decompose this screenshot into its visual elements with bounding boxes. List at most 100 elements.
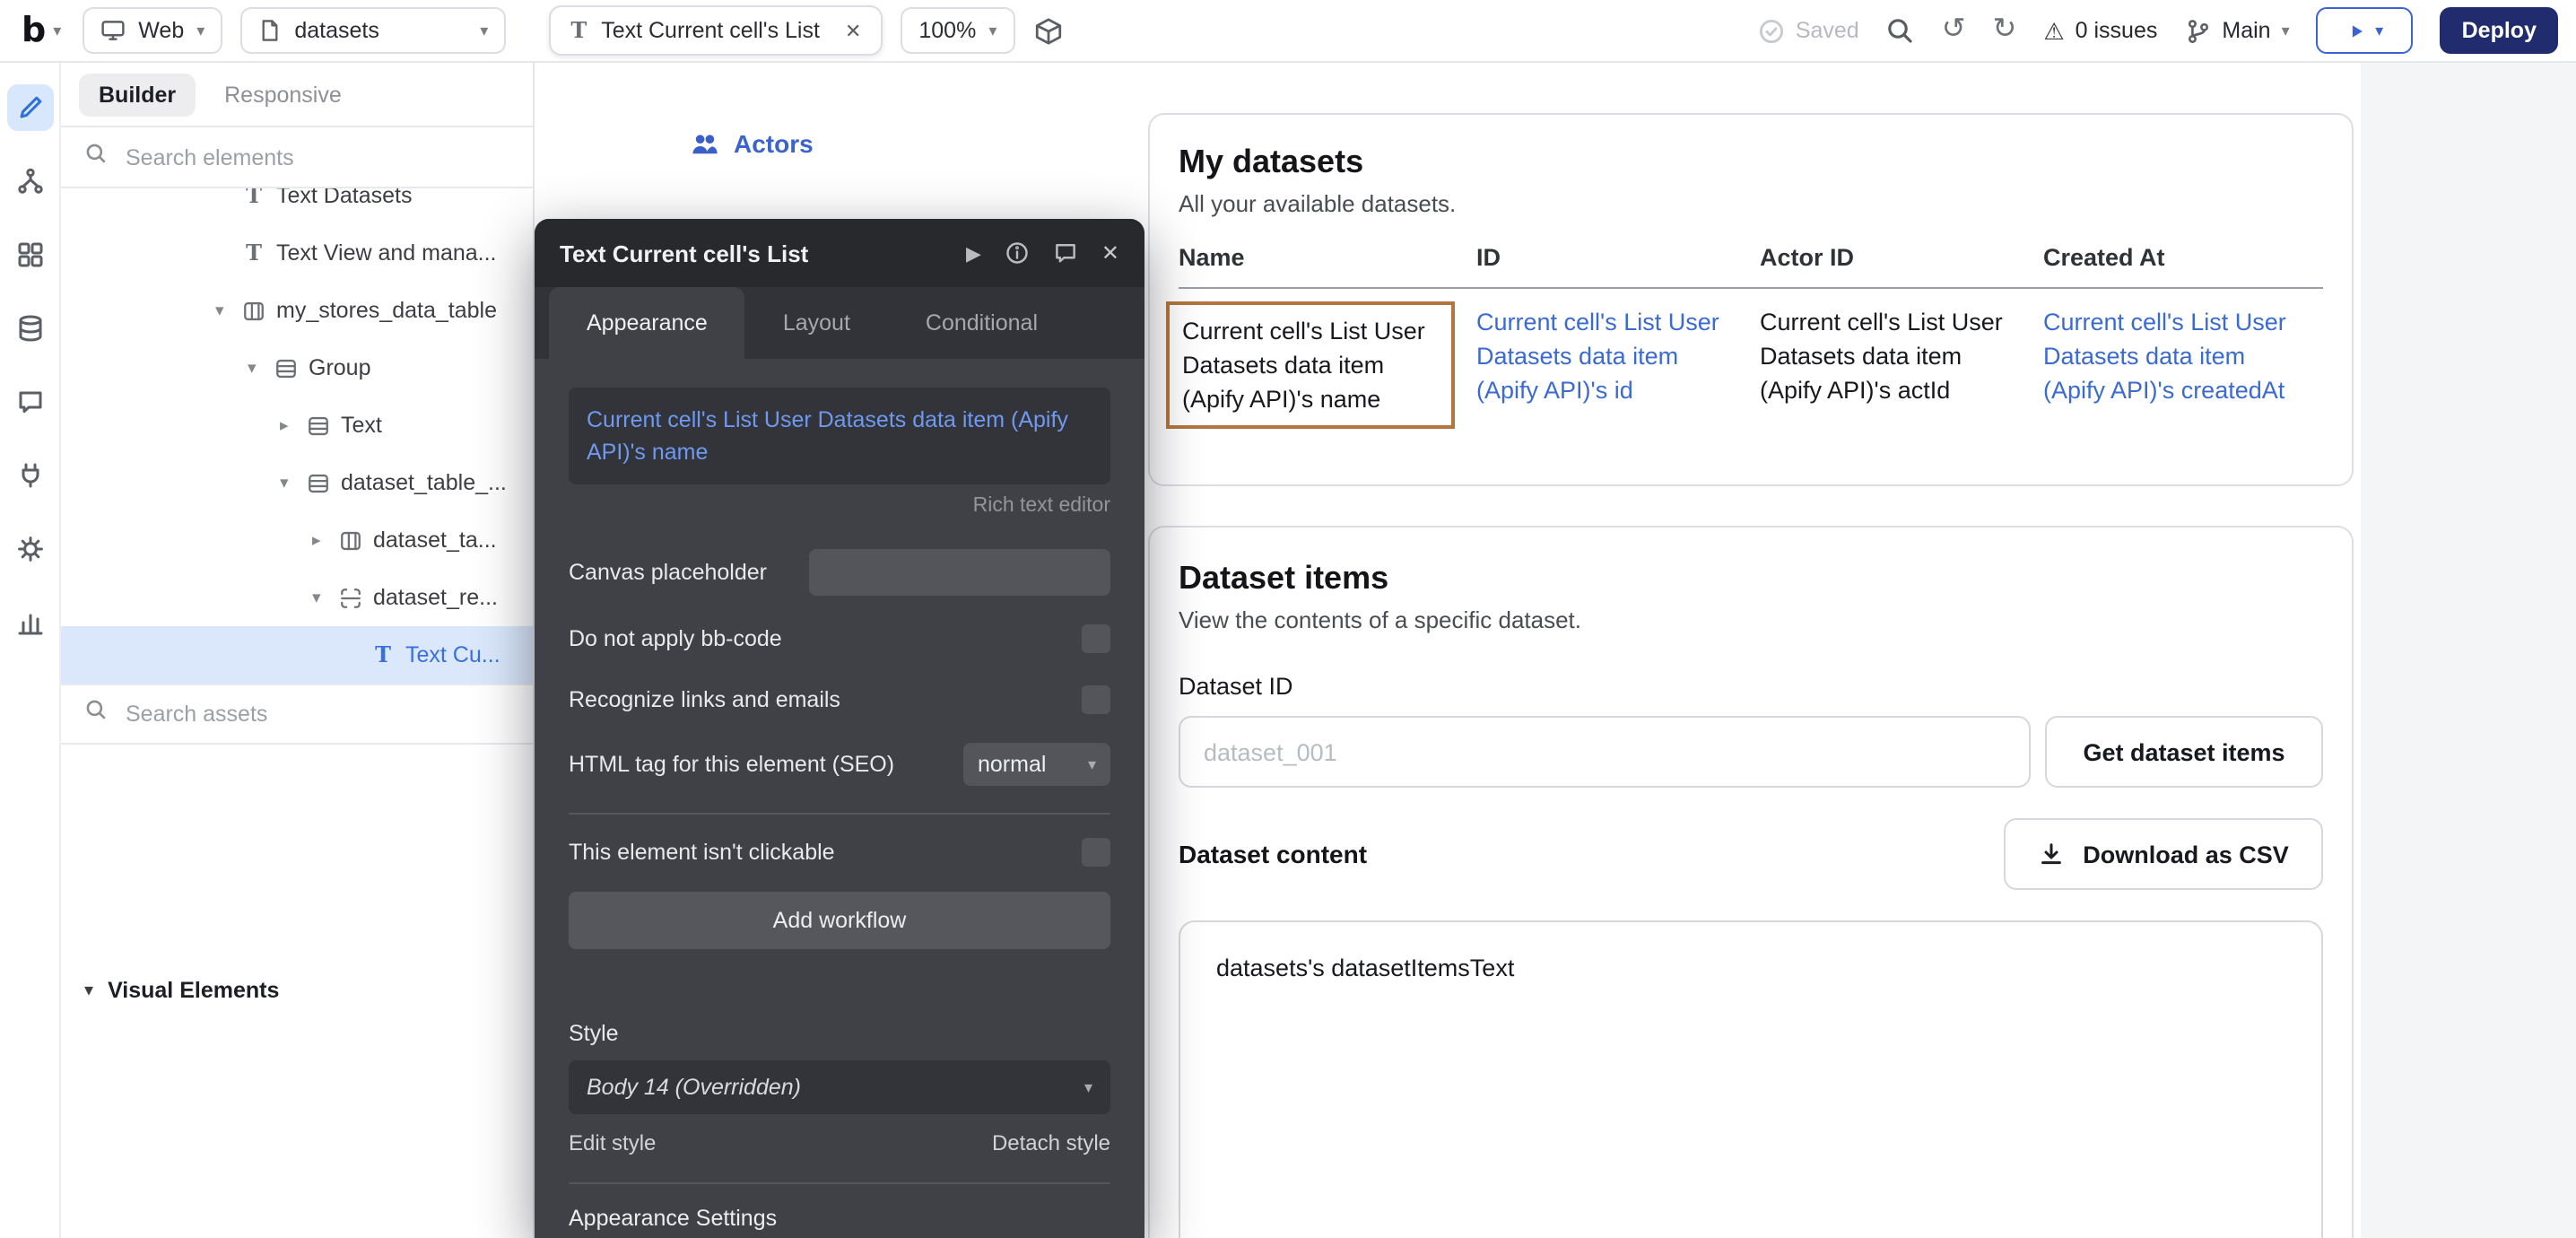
layout-grid-icon[interactable]: [6, 231, 53, 278]
dataset-id-input[interactable]: [1179, 716, 2031, 788]
download-csv-button[interactable]: Download as CSV: [2004, 818, 2323, 890]
dataset-content-box[interactable]: datasets's datasetItemsText: [1179, 920, 2323, 1238]
platform-selector[interactable]: Web ▾: [83, 7, 222, 54]
play-icon: [2346, 21, 2366, 40]
tree-item[interactable]: ▾ dataset_table_...: [61, 454, 533, 511]
tree-item[interactable]: ▾ dataset_re...: [61, 569, 533, 626]
close-icon[interactable]: ✕: [845, 19, 861, 42]
tree-item[interactable]: ▸Text: [61, 397, 533, 454]
preview-run-button[interactable]: ▾: [2317, 7, 2414, 54]
git-branch-icon: [2184, 17, 2211, 44]
zoom-value: 100%: [918, 18, 976, 43]
issues-label: 0 issues: [2076, 18, 2158, 43]
tree-item[interactable]: ▾Group: [61, 339, 533, 397]
gear-icon[interactable]: [6, 526, 53, 572]
element-tab-label: Text Current cell's List: [601, 18, 820, 43]
detach-style-link[interactable]: Detach style: [992, 1131, 1110, 1156]
close-icon[interactable]: ✕: [1101, 240, 1119, 266]
html-tag-dropdown[interactable]: normal ▾: [963, 744, 1110, 787]
tree-item[interactable]: ▸ dataset_ta...: [61, 511, 533, 569]
search-elements-input[interactable]: [122, 143, 509, 171]
tab-layout[interactable]: Layout: [745, 287, 888, 359]
tree-item-label: dataset_re...: [373, 585, 533, 610]
branch-selector[interactable]: Main ▾: [2184, 17, 2289, 44]
rich-text-editor-link[interactable]: Rich text editor: [569, 496, 1110, 518]
top-toolbar: b ▾ Web ▾ datasets ▾ T Text Current cell…: [0, 0, 2576, 63]
tree-caret-icon[interactable]: ▾: [280, 473, 307, 493]
actors-heading[interactable]: Actors: [691, 129, 814, 158]
dataset-items-card[interactable]: Dataset items View the contents of a spe…: [1148, 526, 2354, 1238]
my-datasets-title: My datasets: [1179, 144, 2323, 181]
tree-caret-icon[interactable]: ▸: [280, 415, 307, 435]
dataset-actor-id-cell[interactable]: Current cell's List User Datasets data i…: [1760, 305, 2043, 429]
property-editor-titlebar[interactable]: Text Current cell's List ▶ ✕: [535, 219, 1144, 287]
dataset-id-cell[interactable]: Current cell's List User Datasets data i…: [1476, 305, 1760, 429]
page-icon: [258, 18, 282, 43]
bb-code-checkbox[interactable]: [1082, 625, 1110, 654]
comment-bubble-icon[interactable]: [6, 379, 53, 425]
tab-responsive[interactable]: Responsive: [221, 73, 345, 116]
issues-indicator[interactable]: ⚠ 0 issues: [2043, 18, 2157, 43]
redo-icon[interactable]: ↻: [1993, 16, 2017, 45]
page-selector[interactable]: datasets ▾: [240, 7, 506, 54]
database-icon[interactable]: [6, 305, 53, 352]
divider: [569, 814, 1110, 815]
add-workflow-button[interactable]: Add workflow: [569, 893, 1110, 950]
bubble-logo: b: [22, 13, 46, 48]
comment-icon[interactable]: [1053, 240, 1078, 266]
chevron-down-icon: ▾: [2375, 21, 2383, 40]
sitemap-icon[interactable]: [6, 158, 53, 205]
property-editor-panel: Text Current cell's List ▶ ✕ Appearance …: [535, 219, 1144, 1238]
tree-caret-icon[interactable]: ▾: [215, 301, 242, 320]
dataset-created-at-cell[interactable]: Current cell's List User Datasets data i…: [2043, 305, 2323, 429]
rich-text-expression-box[interactable]: Current cell's List User Datasets data i…: [569, 388, 1110, 485]
search-assets-input[interactable]: [122, 699, 509, 728]
tree-item[interactable]: TText View and mana...: [61, 224, 533, 282]
links-emails-checkbox[interactable]: [1082, 686, 1110, 715]
plug-icon[interactable]: [6, 452, 53, 499]
tree-item[interactable]: ▾my_stores_data_table: [61, 282, 533, 339]
info-icon[interactable]: [1005, 240, 1030, 266]
dataset-name-cell-selected[interactable]: Current cell's List User Datasets data i…: [1166, 301, 1455, 429]
canvas-placeholder-label: Canvas placeholder: [569, 561, 767, 586]
tree-caret-icon[interactable]: ▾: [248, 358, 274, 378]
appearance-settings-section-header[interactable]: Appearance Settings: [569, 1207, 1110, 1232]
tree-caret-icon[interactable]: ▸: [312, 530, 339, 550]
tree-item-label: dataset_ta...: [373, 527, 533, 553]
tab-conditional[interactable]: Conditional: [888, 287, 1075, 359]
tree-item-label: dataset_table_...: [341, 470, 533, 495]
chevron-down-icon: ▾: [988, 22, 996, 39]
play-icon[interactable]: ▶: [966, 241, 981, 265]
undo-icon[interactable]: ↺: [1942, 16, 1966, 45]
my-datasets-card[interactable]: My datasets All your available datasets.…: [1148, 113, 2354, 486]
chevron-down-icon: ▾: [84, 981, 93, 1001]
dataset-items-title: Dataset items: [1179, 560, 2323, 597]
divider: [569, 1183, 1110, 1185]
canvas-outside-page: [2361, 63, 2576, 1238]
element-explorer-panel: Builder Responsive TText DatasetsTText V…: [61, 63, 535, 1238]
bubble-logo-menu[interactable]: b ▾: [18, 13, 65, 48]
visual-elements-section-header[interactable]: ▾ Visual Elements: [61, 742, 533, 1238]
not-clickable-checkbox[interactable]: [1082, 839, 1110, 867]
element-tab[interactable]: T Text Current cell's List ✕: [549, 5, 883, 56]
tab-builder[interactable]: Builder: [79, 73, 196, 116]
design-pencil-icon[interactable]: [6, 84, 53, 131]
search-button[interactable]: [1886, 16, 1915, 45]
style-dropdown[interactable]: Body 14 (Overridden) ▾: [569, 1061, 1110, 1115]
tree-caret-icon[interactable]: ▾: [312, 588, 339, 607]
get-dataset-items-button[interactable]: Get dataset items: [2045, 716, 2323, 788]
tree-item[interactable]: TText Cu...: [61, 626, 533, 683]
edit-style-link[interactable]: Edit style: [569, 1131, 656, 1156]
canvas-placeholder-input[interactable]: [809, 550, 1110, 597]
tree-item[interactable]: TText Datasets: [61, 188, 533, 224]
components-button[interactable]: [1032, 15, 1063, 46]
chart-icon[interactable]: [6, 599, 53, 646]
repeat-element-icon: [339, 586, 373, 609]
tab-appearance[interactable]: Appearance: [549, 287, 745, 359]
not-clickable-label: This element isn't clickable: [569, 841, 835, 866]
zoom-selector[interactable]: 100% ▾: [901, 7, 1014, 54]
search-icon: [1886, 16, 1915, 45]
deploy-button[interactable]: Deploy: [2441, 7, 2558, 54]
download-csv-label: Download as CSV: [2083, 841, 2289, 867]
download-icon: [2038, 841, 2065, 867]
